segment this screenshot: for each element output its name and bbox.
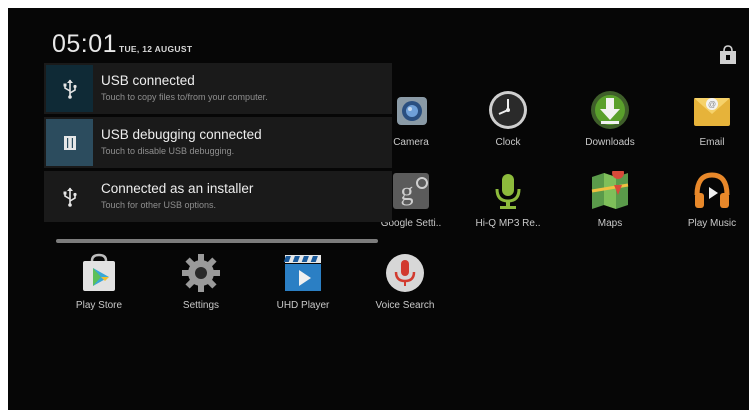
svg-text:g: g bbox=[401, 177, 414, 206]
notification-subtitle: Touch for other USB options. bbox=[101, 200, 217, 210]
voice-search-icon bbox=[386, 254, 424, 292]
email-icon: @ bbox=[694, 98, 730, 126]
app-settings[interactable]: Settings bbox=[153, 253, 249, 327]
app-downloads[interactable]: Downloads bbox=[562, 90, 658, 164]
app-play-store[interactable]: Play Store bbox=[51, 253, 147, 327]
maps-icon bbox=[591, 171, 629, 209]
status-date: TUE, 12 AUGUST bbox=[119, 44, 193, 54]
notification-usb-debugging[interactable]: USB debugging connected Touch to disable… bbox=[44, 117, 392, 168]
app-email[interactable]: @ Email bbox=[664, 90, 749, 164]
notification-icon bbox=[46, 173, 93, 220]
app-label: Play Store bbox=[75, 300, 123, 311]
notification-icon bbox=[46, 119, 93, 166]
app-label: Maps bbox=[597, 218, 623, 229]
google-settings-icon: g bbox=[393, 173, 429, 209]
video-player-icon bbox=[283, 255, 321, 291]
debug-icon bbox=[63, 135, 76, 150]
headphones-icon bbox=[694, 172, 730, 208]
clock-icon bbox=[489, 91, 527, 129]
notification-subtitle: Touch to disable USB debugging. bbox=[101, 146, 235, 156]
downloads-icon bbox=[591, 91, 629, 129]
notification-icon bbox=[46, 65, 93, 112]
camera-icon bbox=[397, 97, 427, 125]
play-store-icon bbox=[83, 253, 115, 291]
notification-title: USB connected bbox=[101, 73, 195, 88]
app-uhd-player[interactable]: UHD Player bbox=[255, 253, 351, 327]
app-hiq-mp3-recorder[interactable]: Hi-Q MP3 Re.. bbox=[460, 171, 556, 245]
app-label: Hi-Q MP3 Re.. bbox=[475, 218, 541, 229]
notification-installer[interactable]: Connected as an installer Touch for othe… bbox=[44, 171, 392, 222]
app-label: Email bbox=[699, 137, 725, 148]
svg-text:@: @ bbox=[708, 100, 716, 109]
app-maps[interactable]: Maps bbox=[562, 171, 658, 245]
app-label: Clock bbox=[495, 137, 521, 148]
app-label: Voice Search bbox=[375, 300, 435, 311]
notification-usb-connected[interactable]: USB connected Touch to copy files to/fro… bbox=[44, 63, 392, 114]
status-clock: 05:01 bbox=[52, 30, 118, 58]
microphone-icon bbox=[495, 174, 521, 209]
app-label: Downloads bbox=[585, 137, 635, 148]
android-screen: Camera Clock Downloads @ Email g Google … bbox=[8, 8, 749, 410]
notification-title: USB debugging connected bbox=[101, 127, 262, 142]
app-label: Play Music bbox=[687, 218, 737, 229]
shade-drag-handle[interactable] bbox=[56, 239, 378, 243]
app-play-music[interactable]: Play Music bbox=[664, 171, 749, 245]
quick-settings-icon[interactable] bbox=[719, 45, 737, 65]
app-label: Settings bbox=[182, 300, 220, 311]
settings-gear-icon bbox=[182, 254, 220, 292]
app-voice-search[interactable]: Voice Search bbox=[357, 253, 453, 327]
notification-title: Connected as an installer bbox=[101, 181, 254, 196]
app-clock[interactable]: Clock bbox=[460, 90, 556, 164]
notification-subtitle: Touch to copy files to/from your compute… bbox=[101, 92, 268, 102]
usb-icon bbox=[63, 187, 77, 207]
notification-panel: USB connected Touch to copy files to/fro… bbox=[44, 63, 392, 253]
app-label: UHD Player bbox=[276, 300, 330, 311]
usb-icon bbox=[63, 79, 77, 99]
